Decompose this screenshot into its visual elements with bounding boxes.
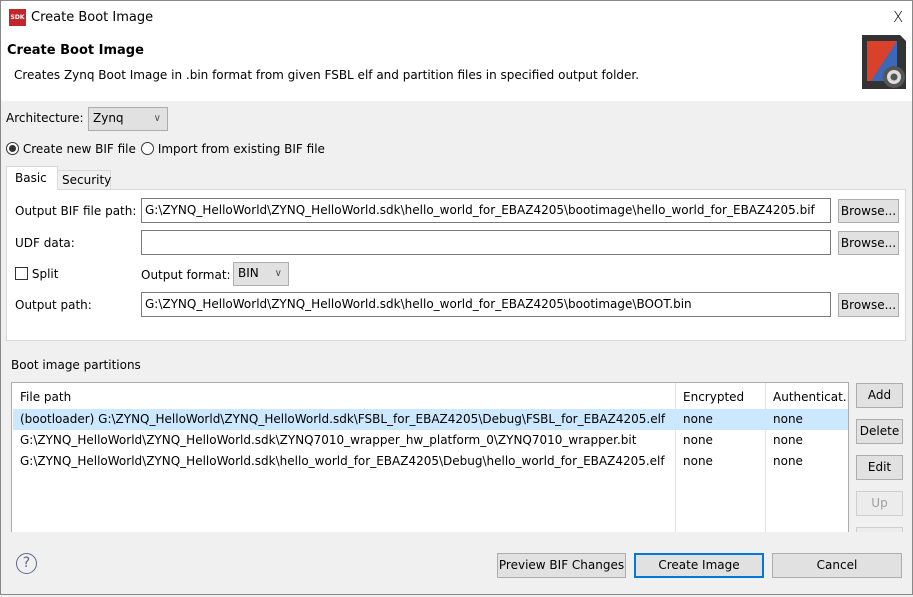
- tab-basic[interactable]: Basic: [6, 166, 58, 190]
- cell-encrypted: none: [683, 454, 713, 468]
- cell-auth: none: [773, 412, 803, 426]
- table-header: File path Encrypted Authenticat...: [13, 385, 848, 409]
- cancel-button[interactable]: Cancel: [772, 553, 902, 578]
- output-format-value: BIN: [238, 266, 259, 280]
- window-title: Create Boot Image: [31, 10, 154, 25]
- close-icon[interactable]: X: [893, 8, 903, 26]
- help-icon[interactable]: ?: [16, 553, 37, 574]
- table-row[interactable]: G:\ZYNQ_HelloWorld\ZYNQ_HelloWorld.sdk\h…: [13, 451, 848, 472]
- add-button[interactable]: Add: [856, 383, 903, 408]
- basic-panel: Output BIF file path: G:\ZYNQ_HelloWorld…: [6, 189, 906, 341]
- chevron-down-icon: ∨: [153, 113, 161, 124]
- create-image-button[interactable]: Create Image: [634, 553, 764, 578]
- help-glyph: ?: [22, 555, 31, 571]
- checkbox-icon: [15, 267, 28, 280]
- radio-label: Import from existing BIF file: [157, 142, 325, 156]
- radio-create-new-bif[interactable]: Create new BIF file: [6, 142, 136, 156]
- udf-label: UDF data:: [15, 236, 75, 250]
- output-format-select[interactable]: BIN ∨: [233, 262, 289, 286]
- output-bif-input[interactable]: G:\ZYNQ_HelloWorld\ZYNQ_HelloWorld.sdk\h…: [141, 198, 831, 223]
- preview-bif-button[interactable]: Preview BIF Changes: [497, 553, 626, 578]
- chevron-down-icon: ∨: [274, 268, 282, 279]
- title-bar: SDK Create Boot Image X: [0, 0, 913, 33]
- cell-path: G:\ZYNQ_HelloWorld\ZYNQ_HelloWorld.sdk\Z…: [20, 433, 637, 447]
- table-row[interactable]: G:\ZYNQ_HelloWorld\ZYNQ_HelloWorld.sdk\Z…: [13, 430, 848, 451]
- cell-auth: none: [773, 433, 803, 447]
- output-bif-label: Output BIF file path:: [15, 204, 137, 218]
- udf-input[interactable]: [141, 230, 831, 255]
- dialog-header: Create Boot Image Creates Zynq Boot Imag…: [0, 33, 913, 101]
- sd-card-gear-icon: [859, 33, 909, 91]
- tab-label: Basic: [15, 171, 47, 185]
- browse-udf-button[interactable]: Browse...: [838, 231, 899, 255]
- down-button[interactable]: [856, 527, 903, 532]
- up-button[interactable]: Up: [856, 491, 903, 516]
- table-row[interactable]: (bootloader) G:\ZYNQ_HelloWorld\ZYNQ_Hel…: [13, 409, 848, 430]
- page-title: Create Boot Image: [7, 43, 144, 58]
- page-description: Creates Zynq Boot Image in .bin format f…: [14, 68, 640, 82]
- radio-import-bif[interactable]: Import from existing BIF file: [141, 142, 325, 156]
- radio-icon: [6, 142, 19, 155]
- radio-icon: [141, 142, 154, 155]
- cell-auth: none: [773, 454, 803, 468]
- split-label: Split: [31, 267, 59, 281]
- delete-button[interactable]: Delete: [856, 419, 903, 444]
- column-header-encrypted[interactable]: Encrypted: [683, 385, 744, 409]
- architecture-value: Zynq: [93, 111, 124, 125]
- output-format-label: Output format:: [141, 268, 231, 282]
- sdk-icon: SDK: [9, 9, 26, 26]
- cell-path: G:\ZYNQ_HelloWorld\ZYNQ_HelloWorld.sdk\h…: [20, 454, 665, 468]
- output-path-input[interactable]: G:\ZYNQ_HelloWorld\ZYNQ_HelloWorld.sdk\h…: [141, 292, 831, 317]
- architecture-label: Architecture:: [6, 111, 84, 125]
- column-header-authentication[interactable]: Authenticat...: [773, 385, 848, 409]
- tab-label: Security: [62, 173, 112, 187]
- architecture-select[interactable]: Zynq ∨: [88, 107, 168, 131]
- column-header-file-path[interactable]: File path: [20, 385, 71, 409]
- cell-encrypted: none: [683, 433, 713, 447]
- partitions-table[interactable]: File path Encrypted Authenticat... (boot…: [11, 382, 849, 532]
- tab-security[interactable]: Security: [57, 170, 111, 190]
- cell-path: (bootloader) G:\ZYNQ_HelloWorld\ZYNQ_Hel…: [20, 412, 666, 426]
- browse-output-button[interactable]: Browse...: [838, 293, 899, 317]
- edit-button[interactable]: Edit: [856, 455, 903, 480]
- browse-bif-button[interactable]: Browse...: [838, 199, 899, 223]
- split-checkbox[interactable]: Split: [15, 267, 58, 281]
- partitions-title: Boot image partitions: [11, 358, 141, 372]
- output-path-label: Output path:: [15, 298, 92, 312]
- cell-encrypted: none: [683, 412, 713, 426]
- radio-label: Create new BIF file: [22, 142, 136, 156]
